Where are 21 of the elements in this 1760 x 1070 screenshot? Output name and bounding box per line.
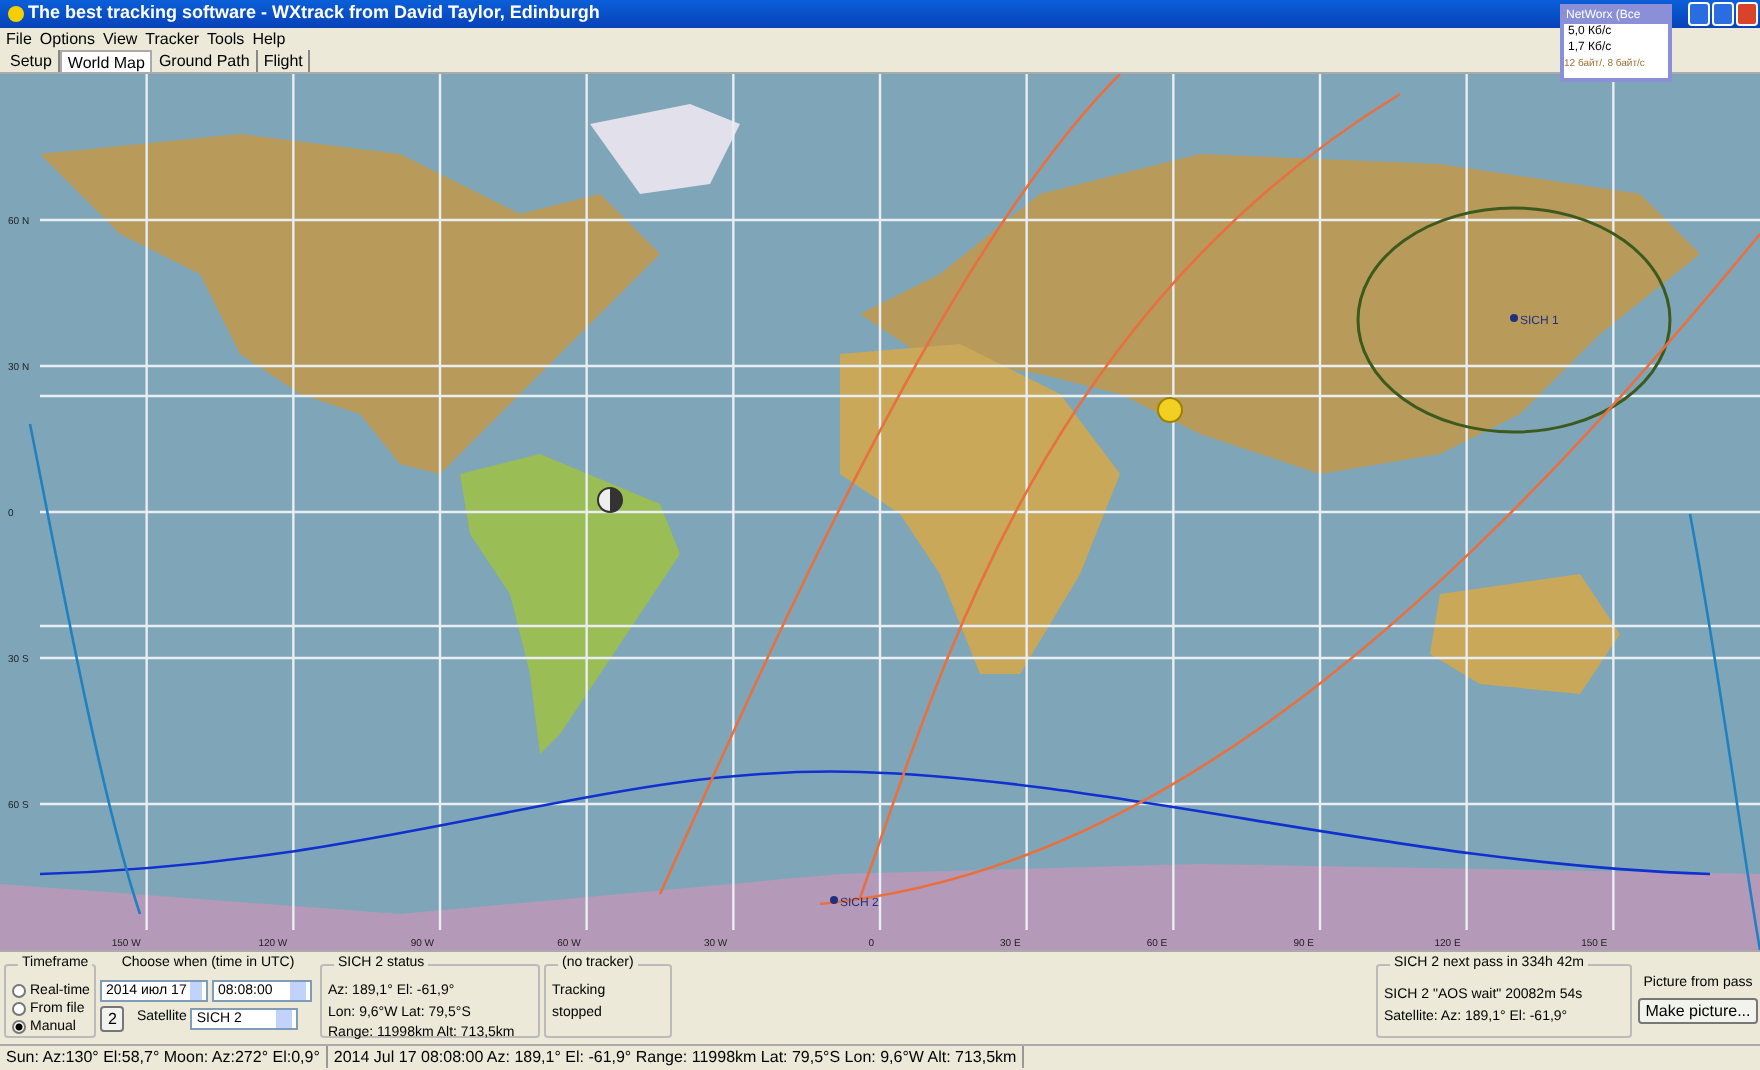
menu-item[interactable]: Help — [252, 28, 286, 50]
tab[interactable]: Ground Path — [152, 50, 258, 72]
menu-item[interactable]: View — [102, 28, 138, 50]
tab[interactable]: Flight — [257, 50, 311, 72]
status-bar-text: Sun: Az:130° El:58,7° Moon: Az:272° El:0,9° — [0, 1046, 328, 1068]
satellite-marker — [830, 896, 838, 904]
menu-item[interactable]: Options — [39, 28, 95, 50]
menu-item[interactable]: Tools — [207, 28, 245, 50]
make-picture-button[interactable]: Make picture... — [1637, 998, 1759, 1025]
close-button[interactable] — [1736, 2, 1758, 26]
satellite-marker — [1510, 314, 1518, 322]
status-bar-text: 2014 Jul 17 08:08:00 Az: 189,1° El: -61,9° Range: 11998km Lat: 79,5°S Lon: 9,6°W Alt: 713,5km — [327, 1046, 1025, 1068]
radio-icon[interactable] — [12, 984, 26, 998]
menu-item[interactable]: Tracker — [145, 28, 199, 50]
radio-icon[interactable] — [12, 1020, 26, 1034]
tab[interactable]: World Map — [59, 50, 153, 72]
menu-item[interactable]: File — [6, 28, 32, 50]
window-title: The best tracking software - WXtrack from David Taylor, Edinburgh — [28, 0, 600, 27]
app-icon — [8, 6, 24, 22]
step-button[interactable]: 2 — [100, 1005, 125, 1031]
radio-icon[interactable] — [12, 1002, 26, 1016]
